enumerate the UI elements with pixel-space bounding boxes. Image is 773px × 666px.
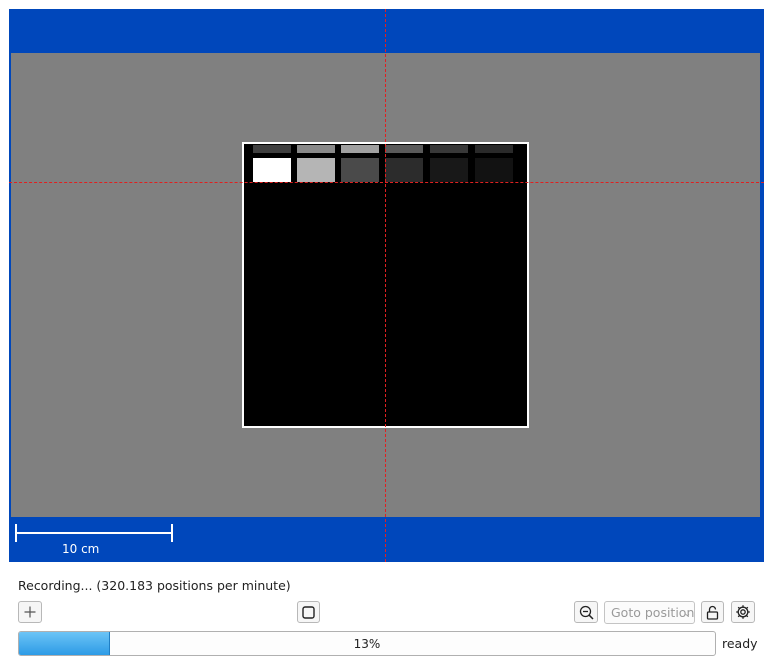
scale-bar-tick-right — [171, 524, 173, 542]
lock-icon — [706, 605, 719, 620]
scan-cell — [253, 158, 291, 182]
lock-button[interactable] — [701, 601, 724, 623]
gear-icon — [736, 605, 750, 619]
scan-cell — [430, 145, 468, 153]
scale-bar-line — [15, 532, 172, 534]
scan-cell — [341, 145, 379, 153]
scale-bar-label: 10 cm — [62, 542, 100, 556]
recording-status: Recording... (320.183 positions per minu… — [18, 578, 291, 593]
zoom-out-button[interactable] — [574, 601, 598, 623]
scan-cell — [297, 158, 335, 182]
crosshair-horizontal[interactable] — [9, 182, 764, 183]
settings-button[interactable] — [731, 601, 755, 623]
plus-icon — [24, 606, 36, 618]
goto-position-placeholder: Goto position — [611, 605, 695, 620]
scan-cell — [385, 158, 423, 182]
progress-label: 13% — [353, 637, 381, 651]
zoom-out-icon — [579, 605, 594, 620]
recording-progress-bar: 13% — [18, 631, 716, 656]
scan-cell — [253, 145, 291, 153]
square-icon — [302, 605, 315, 619]
scan-cell — [341, 158, 379, 182]
scan-cell — [430, 158, 468, 182]
scan-cell — [297, 145, 335, 153]
ready-status: ready — [722, 636, 758, 651]
scan-cell — [385, 145, 423, 153]
stop-button[interactable] — [297, 601, 320, 623]
scale-bar — [15, 524, 173, 542]
goto-position-input[interactable]: Goto position ⌄ — [604, 601, 695, 624]
crosshair-vertical[interactable] — [385, 9, 386, 562]
scan-cell — [475, 145, 513, 153]
scale-bar-tick-left — [15, 524, 17, 542]
scan-cell — [475, 158, 513, 182]
chevron-down-icon: ⌄ — [683, 609, 691, 619]
add-button[interactable] — [18, 601, 42, 623]
